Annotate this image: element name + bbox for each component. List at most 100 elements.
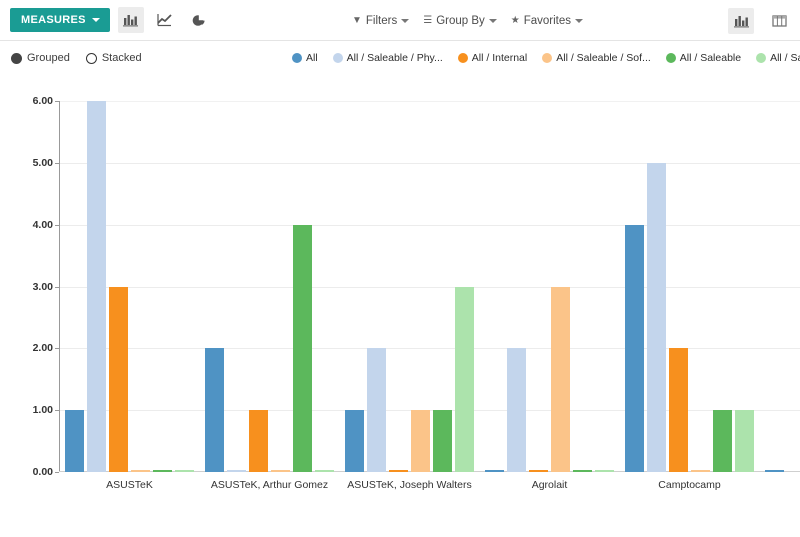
bar[interactable]	[691, 470, 710, 472]
favorites-menu[interactable]: ★ Favorites	[511, 15, 583, 27]
bar[interactable]	[205, 348, 224, 472]
bar[interactable]	[433, 410, 452, 472]
bar[interactable]	[367, 348, 386, 472]
y-tick-label: 1.00	[3, 404, 53, 416]
chevron-down-icon	[92, 18, 100, 22]
bar-chart-icon-button[interactable]	[118, 7, 144, 33]
y-tick-label: 5.00	[3, 157, 53, 169]
radio-selected-icon	[11, 53, 22, 64]
series-legend: All All / Saleable / Phy... All / Internal…	[292, 41, 800, 75]
bar[interactable]	[485, 470, 504, 472]
y-tick-mark	[55, 472, 59, 473]
mode-option-stacked[interactable]: Stacked	[86, 52, 142, 64]
line-chart-icon-button[interactable]	[152, 7, 178, 33]
legend-color-dot	[542, 53, 552, 63]
bar[interactable]	[345, 410, 364, 472]
bar[interactable]	[713, 410, 732, 472]
graph-view-page: MEASURES	[0, 0, 800, 537]
legend-item-label: All / Saleable / Ser...	[770, 52, 800, 64]
bar[interactable]	[529, 470, 548, 472]
bar-group-bars	[765, 101, 787, 472]
mode-grouped-label: Grouped	[27, 52, 70, 64]
pivot-view-icon-button[interactable]	[766, 8, 792, 34]
bar[interactable]	[595, 470, 614, 472]
toolbar-view-switcher	[722, 0, 792, 41]
y-tick-label: 4.00	[3, 219, 53, 231]
pivot-view-icon	[772, 14, 787, 28]
bar[interactable]	[625, 225, 644, 472]
pie-chart-icon-button[interactable]	[186, 7, 212, 33]
measures-button[interactable]: MEASURES	[10, 8, 110, 32]
x-tick-label: ASUSTeK	[106, 479, 153, 491]
bar[interactable]	[315, 470, 334, 472]
bar[interactable]	[153, 470, 172, 472]
legend-item-label: All / Saleable / Phy...	[347, 52, 443, 64]
bar-group-bars	[65, 101, 197, 472]
bar[interactable]	[573, 470, 592, 472]
favorites-label: Favorites	[524, 15, 571, 27]
legend-item-0[interactable]: All	[292, 52, 318, 64]
legend-color-dot	[292, 53, 302, 63]
group-by-menu[interactable]: ☰ Group By	[423, 15, 497, 27]
chart-clip: 0.001.002.003.004.005.006.00 ASUSTeKASUS…	[0, 75, 800, 537]
pie-chart-icon	[191, 13, 206, 27]
top-toolbar: MEASURES	[0, 0, 800, 41]
bar[interactable]	[271, 470, 290, 472]
filter-icon: ▼	[352, 15, 362, 26]
bar-mode-selector: Grouped Stacked	[0, 52, 142, 64]
toolbar-center-menus: ▼ Filters ☰ Group By ★ Favorites	[352, 0, 583, 41]
bar[interactable]	[175, 470, 194, 472]
legend-color-dot	[333, 53, 343, 63]
legend-color-dot	[756, 53, 766, 63]
legend-item-1[interactable]: All / Saleable / Phy...	[333, 52, 443, 64]
bar[interactable]	[65, 410, 84, 472]
graph-view-icon-button[interactable]	[728, 8, 754, 34]
legend-color-dot	[666, 53, 676, 63]
bar[interactable]	[293, 225, 312, 472]
measures-label: MEASURES	[21, 14, 86, 26]
y-tick-label: 6.00	[3, 95, 53, 107]
mode-option-grouped[interactable]: Grouped	[11, 52, 70, 64]
bar[interactable]	[249, 410, 268, 472]
bar-group-bars	[625, 101, 757, 472]
group-by-label: Group By	[436, 15, 485, 27]
bar[interactable]	[551, 287, 570, 473]
mode-stacked-label: Stacked	[102, 52, 142, 64]
legend-bar: Grouped Stacked All All / Saleable / Phy.…	[0, 41, 800, 75]
x-tick-label: Agrolait	[532, 479, 568, 491]
legend-item-5[interactable]: All / Saleable / Ser...	[756, 52, 800, 64]
legend-item-label: All / Saleable / Sof...	[556, 52, 651, 64]
bar[interactable]	[87, 101, 106, 472]
x-axis-labels: ASUSTeK ASUSTeK, Arthur Gomez ASUSTeK, Jos…	[60, 479, 800, 503]
legend-item-3[interactable]: All / Saleable / Sof...	[542, 52, 651, 64]
y-tick-label: 3.00	[3, 281, 53, 293]
filters-menu[interactable]: ▼ Filters	[352, 15, 409, 27]
legend-item-4[interactable]: All / Saleable	[666, 52, 741, 64]
graph-view-icon	[734, 14, 749, 28]
legend-item-label: All / Internal	[472, 52, 527, 64]
bar[interactable]	[669, 348, 688, 472]
x-tick-label: ASUSTeK, Joseph Walters	[347, 479, 472, 491]
chevron-down-icon	[401, 19, 409, 23]
toolbar-left-group: MEASURES	[0, 7, 212, 33]
bar[interactable]	[227, 470, 246, 472]
bar[interactable]	[507, 348, 526, 472]
star-icon: ★	[511, 15, 520, 26]
filters-label: Filters	[366, 15, 397, 27]
bar[interactable]	[765, 470, 784, 472]
bar[interactable]	[109, 287, 128, 473]
bar[interactable]	[455, 287, 474, 473]
bar[interactable]	[389, 470, 408, 472]
bar[interactable]	[647, 163, 666, 472]
legend-color-dot	[458, 53, 468, 63]
y-tick-label: 0.00	[3, 466, 53, 478]
bar-groups	[60, 101, 800, 472]
bar[interactable]	[411, 410, 430, 472]
legend-item-label: All	[306, 52, 318, 64]
bar-chart-icon	[123, 13, 138, 27]
legend-item-2[interactable]: All / Internal	[458, 52, 527, 64]
bar[interactable]	[735, 410, 754, 472]
bar[interactable]	[131, 470, 150, 472]
x-tick-label: ASUSTeK, Arthur Gomez	[211, 479, 328, 491]
bar-group-bars	[205, 101, 337, 472]
